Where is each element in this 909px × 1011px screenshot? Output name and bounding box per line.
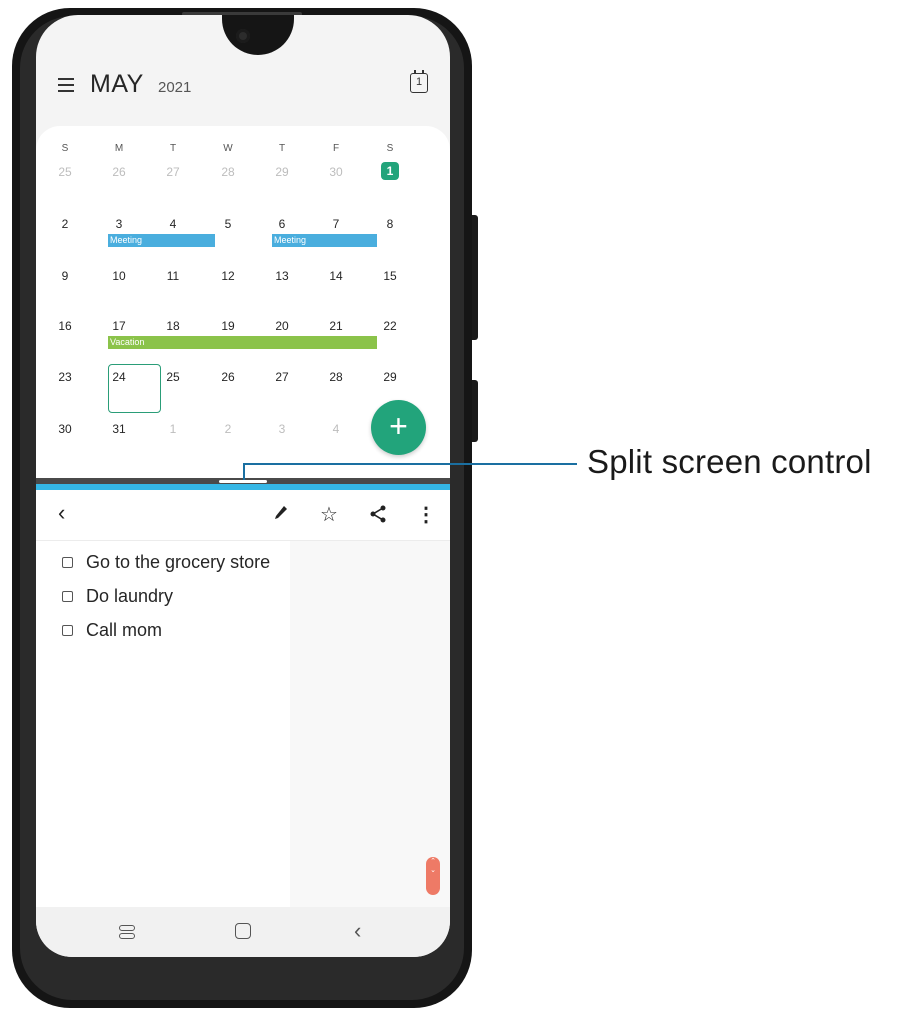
more-icon[interactable]: ⋮ xyxy=(416,505,436,525)
calendar-day[interactable]: 19 xyxy=(201,319,255,333)
calendar-day[interactable]: 15 xyxy=(363,269,417,283)
calendar-day[interactable]: 16 xyxy=(38,319,92,333)
calendar-day[interactable]: 3 xyxy=(92,217,146,231)
note-side-panel xyxy=(290,541,450,907)
notch xyxy=(222,15,294,55)
checklist-item-label: Call mom xyxy=(86,620,163,640)
checkbox[interactable] xyxy=(62,591,73,602)
calendar-month-grid: S M T W T F S 25 26 27 28 29 30 1 2 3 4 … xyxy=(36,126,450,478)
callout-leader-line xyxy=(243,463,245,480)
event-meeting[interactable]: Meeting xyxy=(272,234,377,247)
calendar-day[interactable]: 7 xyxy=(309,217,363,231)
fast-scroll-handle[interactable]: ⌃ ⌄ xyxy=(426,857,440,895)
add-icon: + xyxy=(389,408,408,444)
year-label: 2021 xyxy=(158,79,192,96)
calendar-day[interactable]: 28 xyxy=(201,165,255,179)
calendar-day[interactable]: 4 xyxy=(309,422,363,436)
calendar-day[interactable]: 22 xyxy=(363,319,417,333)
calendar-day[interactable]: 23 xyxy=(38,370,92,384)
calendar-day[interactable]: 26 xyxy=(201,370,255,384)
nav-back-icon[interactable]: ‹ xyxy=(354,918,361,944)
event-vacation[interactable]: Vacation xyxy=(108,336,377,349)
share-icon[interactable] xyxy=(370,505,386,527)
calendar-day[interactable]: 4 xyxy=(146,217,200,231)
calendar-day[interactable]: 5 xyxy=(201,217,255,231)
month-title[interactable]: MAY xyxy=(90,70,144,99)
weekday-label: F xyxy=(332,143,340,154)
calendar-today-icon[interactable]: 1 xyxy=(410,70,428,93)
calendar-day[interactable]: 30 xyxy=(309,165,363,179)
callout-label: Split screen control xyxy=(587,443,872,480)
weekday-label: S xyxy=(61,143,69,154)
callout-leader-line xyxy=(243,463,577,465)
navigation-bar: ‹ xyxy=(36,907,450,957)
calendar-day-selected[interactable]: 1 xyxy=(381,162,399,180)
calendar-day[interactable]: 3 xyxy=(255,422,309,436)
calendar-day[interactable]: 24 xyxy=(92,370,146,384)
calendar-day[interactable]: 9 xyxy=(38,269,92,283)
add-event-button[interactable]: + xyxy=(371,400,426,455)
calendar-day[interactable]: 6 xyxy=(255,217,309,231)
power-button xyxy=(472,380,478,442)
volume-button xyxy=(472,215,478,340)
calendar-day[interactable]: 31 xyxy=(92,422,146,436)
calendar-day[interactable]: 8 xyxy=(363,217,417,231)
weekday-header-row: S M T W T F S xyxy=(36,143,450,157)
checkbox[interactable] xyxy=(62,557,73,568)
menu-icon[interactable] xyxy=(58,78,74,92)
notes-toolbar: ‹ ☆ ⋮ xyxy=(36,490,450,541)
calendar-day[interactable]: 18 xyxy=(146,319,200,333)
calendar-day[interactable]: 30 xyxy=(38,422,92,436)
recent-apps-icon[interactable] xyxy=(119,924,135,940)
calendar-day[interactable]: 29 xyxy=(255,165,309,179)
calendar-day[interactable]: 26 xyxy=(92,165,146,179)
calendar-day[interactable]: 17 xyxy=(92,319,146,333)
pencil-icon[interactable] xyxy=(274,505,288,519)
calendar-day[interactable]: 25 xyxy=(38,165,92,179)
star-icon[interactable]: ☆ xyxy=(320,505,338,525)
calendar-day[interactable]: 10 xyxy=(92,269,146,283)
back-icon[interactable]: ‹ xyxy=(58,502,65,524)
calendar-day[interactable]: 2 xyxy=(201,422,255,436)
checklist-item-label: Go to the grocery store xyxy=(86,552,271,572)
weekday-label: M xyxy=(114,143,124,154)
calendar-day[interactable]: 14 xyxy=(309,269,363,283)
checklist-item-label: Do laundry xyxy=(86,586,174,606)
camera-icon xyxy=(236,29,250,43)
checkbox[interactable] xyxy=(62,625,73,636)
event-meeting[interactable]: Meeting xyxy=(108,234,215,247)
weekday-label: T xyxy=(278,143,286,154)
calendar-day[interactable]: 27 xyxy=(146,165,200,179)
calendar-day[interactable]: 29 xyxy=(363,370,417,384)
calendar-day[interactable]: 20 xyxy=(255,319,309,333)
calendar-day[interactable]: 11 xyxy=(146,269,200,283)
phone-screen: MAY 2021 1 S M T W T F S 25 26 27 28 29 … xyxy=(36,15,450,957)
weekday-label: W xyxy=(223,143,233,154)
weekday-label: S xyxy=(386,143,394,154)
calendar-day[interactable]: 2 xyxy=(38,217,92,231)
weekday-label: T xyxy=(169,143,177,154)
calendar-day[interactable]: 12 xyxy=(201,269,255,283)
calendar-day[interactable]: 25 xyxy=(146,370,200,384)
split-screen-control-handle[interactable] xyxy=(219,480,267,483)
calendar-header: MAY 2021 1 xyxy=(36,70,450,110)
calendar-day[interactable]: 21 xyxy=(309,319,363,333)
calendar-day[interactable]: 28 xyxy=(309,370,363,384)
calendar-day[interactable]: 13 xyxy=(255,269,309,283)
calendar-day[interactable]: 27 xyxy=(255,370,309,384)
calendar-day[interactable]: 1 xyxy=(146,422,200,436)
home-icon[interactable] xyxy=(235,923,251,939)
